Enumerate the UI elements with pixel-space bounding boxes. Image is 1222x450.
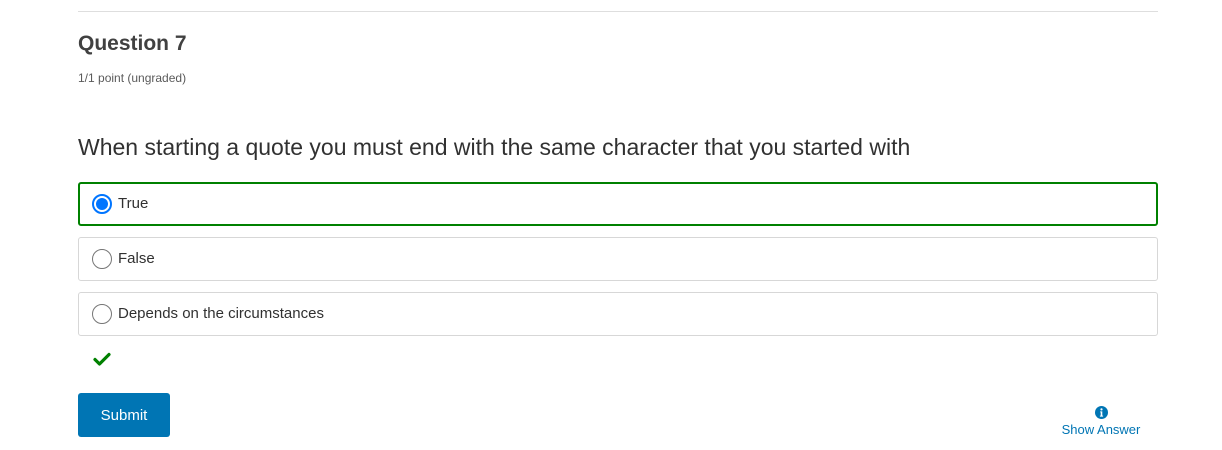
option-label: True — [118, 195, 149, 212]
divider — [78, 11, 1158, 12]
question-prompt: When starting a quote you must end with … — [78, 134, 911, 160]
question-points: 1/1 point (ungraded) — [78, 71, 187, 85]
option-label: False — [118, 250, 155, 267]
problem-container: Question 7 1/1 point (ungraded) When sta… — [0, 0, 1222, 450]
radio-button[interactable] — [92, 249, 112, 269]
option-depends[interactable]: Depends on the circumstances — [78, 292, 1158, 336]
info-icon — [1094, 406, 1108, 419]
radio-dot — [96, 198, 108, 210]
option-label: Depends on the circumstances — [118, 305, 324, 322]
option-true[interactable]: True — [78, 182, 1158, 226]
question-title: Question 7 — [78, 32, 187, 55]
radio-button-selected[interactable] — [92, 194, 112, 214]
option-false[interactable]: False — [78, 237, 1158, 281]
submit-button[interactable]: Submit — [78, 393, 170, 437]
checkmark-icon — [93, 352, 111, 366]
radio-button[interactable] — [92, 304, 112, 324]
show-answer-label: Show Answer — [1061, 422, 1141, 437]
show-answer-button[interactable]: Show Answer — [1044, 406, 1158, 439]
